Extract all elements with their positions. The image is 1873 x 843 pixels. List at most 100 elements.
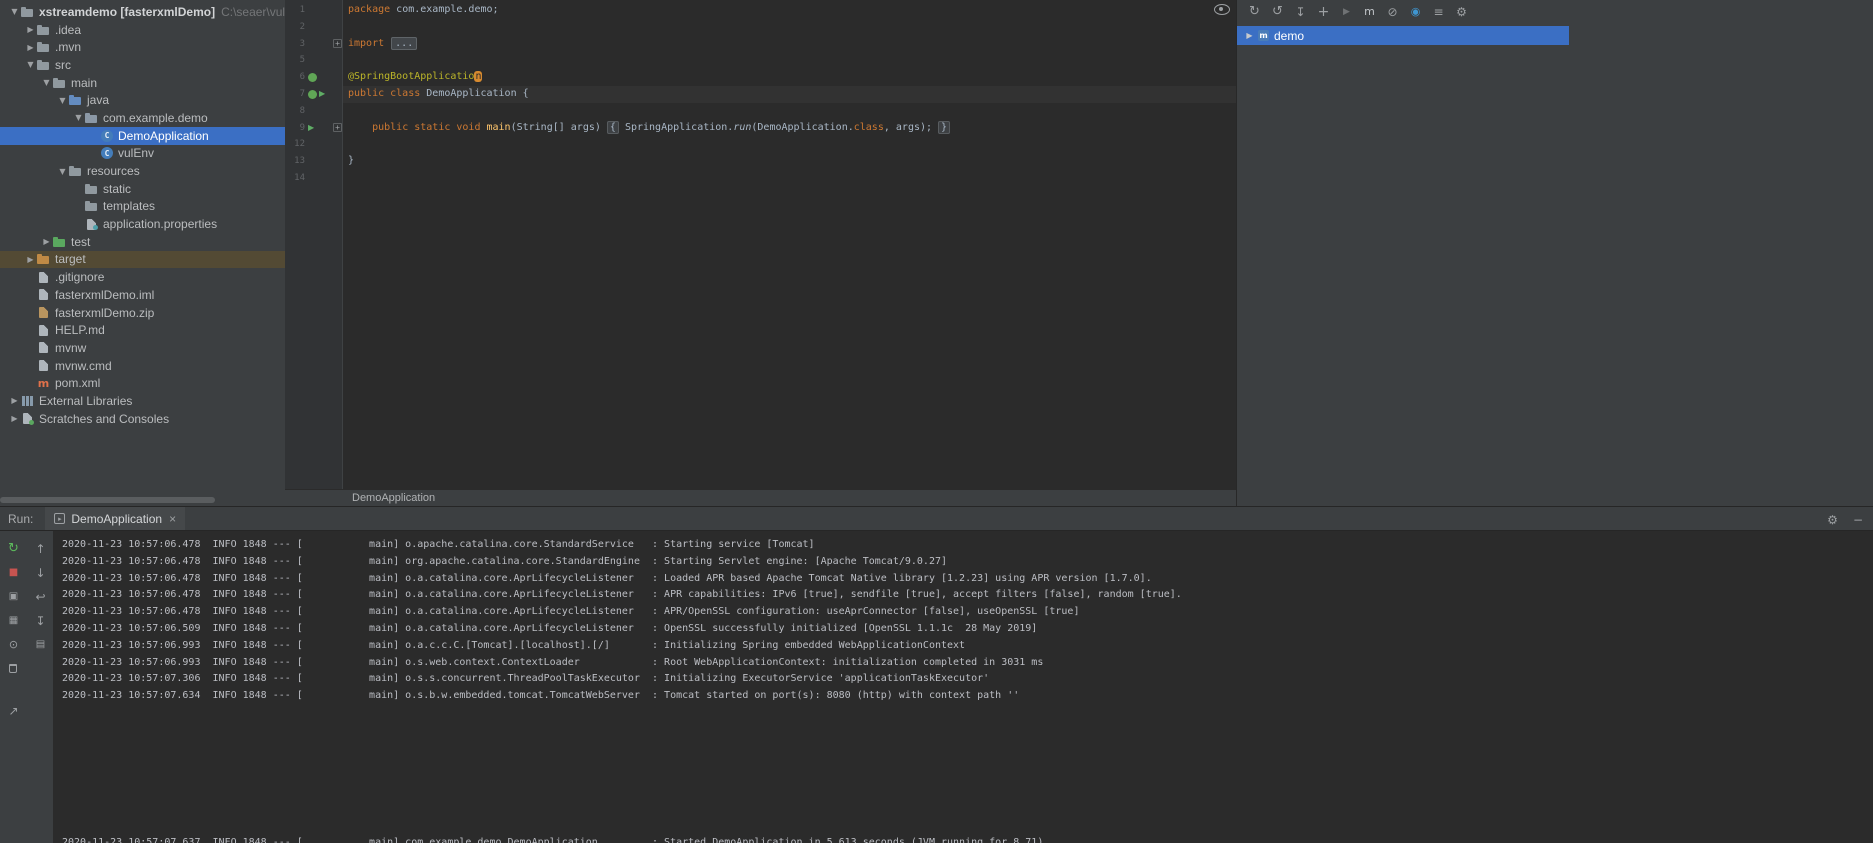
chevron-icon[interactable] [40,78,53,87]
tree-item[interactable]: vulEnv [0,145,285,163]
file-icon [37,342,50,354]
code-line[interactable]: 7▶public class DemoApplication { [285,86,1236,103]
tree-item[interactable]: mvnw.cmd [0,357,285,375]
chevron-icon[interactable] [8,414,21,423]
external-libraries-icon [21,395,34,407]
tree-item[interactable]: static [0,180,285,198]
tree-item[interactable]: pom.xml [0,374,285,392]
generate-sources-icon[interactable]: ↺ [1266,0,1289,24]
code-line[interactable]: 2 [285,19,1236,36]
tree-item[interactable]: .mvn [0,38,285,56]
hide-panel-icon[interactable]: − [1853,513,1863,527]
reimport-maven-icon[interactable]: ↻ [1243,0,1266,24]
stop-icon[interactable]: ■ [0,561,27,585]
tree-item[interactable]: src [0,56,285,74]
tree-item[interactable]: .idea [0,21,285,39]
tree-item[interactable]: com.example.demo [0,109,285,127]
archive-file-icon [37,307,50,319]
tree-item[interactable]: DemoApplication [0,127,285,145]
add-maven-project-icon[interactable]: + [1312,0,1335,24]
restore-layout-icon[interactable]: ▦ [0,609,27,633]
chevron-icon[interactable] [8,7,21,16]
run-gutter-icon[interactable]: ▶ [308,120,314,137]
chevron-icon[interactable] [56,167,69,176]
rerun-icon[interactable]: ↻ [0,537,27,561]
up-stack-trace-icon[interactable]: ↑ [27,537,54,561]
code-line[interactable]: 9▶+ public static void main(String[] arg… [285,120,1236,137]
line-number: 8 [285,103,305,120]
chevron-icon[interactable] [40,237,53,246]
fold-marker-icon[interactable]: + [333,123,342,132]
tree-item[interactable]: xstreamdemo [fasterxmlDemo] C:\seaer\vul… [0,3,285,21]
code-line[interactable]: 12 [285,136,1236,153]
package-icon [85,112,98,124]
close-tab-icon[interactable]: × [169,512,176,526]
tree-item[interactable]: External Libraries [0,392,285,410]
run-tab-title: DemoApplication [71,512,162,526]
code-line[interactable]: 6@SpringBootApplication [285,69,1236,86]
excluded-folder-icon [37,253,50,265]
tree-item[interactable]: Scratches and Consoles [0,410,285,428]
chevron-right-icon[interactable] [1243,31,1256,40]
code-line[interactable]: 5 [285,52,1236,69]
folder-icon [85,183,98,195]
code-line[interactable]: 1package com.example.demo; [285,2,1236,19]
clear-all-icon[interactable] [0,657,27,681]
chevron-icon[interactable] [24,43,37,52]
tree-item[interactable]: .gitignore [0,268,285,286]
chevron-icon[interactable] [24,60,37,69]
project-horizontal-scrollbar[interactable] [0,497,215,503]
print-icon[interactable]: ▤ [27,633,54,657]
line-number: 12 [285,136,305,153]
scroll-to-end-icon[interactable]: ↧ [27,609,54,633]
inspections-eye-icon[interactable] [1214,4,1230,15]
editor[interactable]: 1package com.example.demo;23+import ...5… [285,0,1236,506]
skip-tests-icon[interactable]: ⊘ [1381,0,1404,24]
tree-item[interactable]: mvnw [0,339,285,357]
code-line[interactable]: 8 [285,103,1236,120]
view-options-icon[interactable]: ≡ [1427,0,1450,24]
console-line: 2020-11-23 10:57:07.634 INFO 1848 --- [ … [62,688,1873,705]
settings-gear-icon[interactable]: ⚙ [1827,513,1838,527]
code-line[interactable]: 13} [285,153,1236,170]
thread-dump-icon[interactable]: ▣ [0,585,27,609]
code-line[interactable]: 3+import ... [285,36,1236,53]
tree-item[interactable]: HELP.md [0,321,285,339]
tree-item[interactable]: test [0,233,285,251]
console-line: 2020-11-23 10:57:07.306 INFO 1848 --- [ … [62,671,1873,688]
download-sources-icon[interactable]: ↧ [1289,0,1312,24]
tree-item-label: External Libraries [39,394,132,408]
chevron-icon[interactable] [72,113,85,122]
spring-bean-gutter-icon[interactable] [308,90,317,99]
class-icon [101,147,113,159]
fold-marker-icon[interactable]: + [333,39,342,48]
run-dashboard-icon[interactable]: ↗ [0,699,27,723]
soft-wrap-icon[interactable]: ↩ [27,585,54,609]
tree-item[interactable]: fasterxmlDemo.zip [0,304,285,322]
spring-bean-gutter-icon[interactable] [308,73,317,82]
code-line[interactable]: 14 [285,170,1236,187]
pin-tab-icon[interactable]: ⊙ [0,633,27,657]
run-build-icon[interactable]: ▶ [1335,0,1358,24]
gitignore-file-icon [37,271,50,283]
chevron-icon[interactable] [8,396,21,405]
maven-profiles-icon[interactable]: ◉ [1404,0,1427,24]
run-console[interactable]: ↻■▣▦⊙↗ ↑↓↩↧▤ 2020-11-23 10:57:06.478 INF… [0,531,1873,843]
chevron-icon[interactable] [56,96,69,105]
tree-item[interactable]: resources [0,162,285,180]
chevron-icon[interactable] [24,25,37,34]
maven-settings-wrench-icon[interactable]: ⚙ [1450,0,1473,24]
run-gutter-icon[interactable]: ▶ [319,86,325,103]
tree-item[interactable]: java [0,91,285,109]
tree-item[interactable]: target [0,251,285,269]
tree-item[interactable]: templates [0,198,285,216]
run-tab[interactable]: DemoApplication × [45,507,185,530]
chevron-icon[interactable] [24,255,37,264]
down-stack-trace-icon[interactable]: ↓ [27,561,54,585]
tree-item[interactable]: main [0,74,285,92]
maven-project-node[interactable]: demo [1237,26,1569,45]
tree-item[interactable]: fasterxmlDemo.iml [0,286,285,304]
execute-goal-icon[interactable]: m [1358,0,1381,24]
tree-item[interactable]: application.properties [0,215,285,233]
breadcrumb[interactable]: DemoApplication [285,489,1236,506]
